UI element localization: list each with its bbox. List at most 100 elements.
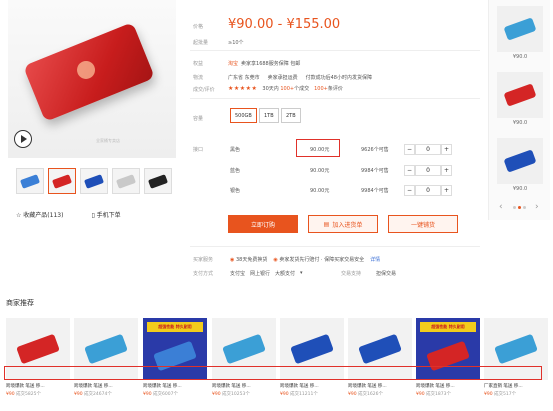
chevron-down-icon[interactable]: ▾ xyxy=(300,270,303,277)
moq-value: ≥10个 xyxy=(228,40,244,46)
variant-stock: 9626个可售 xyxy=(361,147,389,153)
pay-label: 支付方式 xyxy=(193,271,214,277)
logistics-to: 卖家承担运费 xyxy=(267,75,298,81)
favorite-label: 收藏产品(113) xyxy=(23,212,64,219)
pay-row: 支付宝 网上银行 大额支付 ▾ xyxy=(230,270,303,277)
service-row: ◉ 38天免费换货 ◉ 卖家发货先行赔付 · 保障买家交易安全 详情 xyxy=(230,256,380,263)
service-details-link[interactable]: 详情 xyxy=(370,256,380,263)
qty-plus-button[interactable]: + xyxy=(441,185,452,196)
recommend-item-image xyxy=(84,333,128,365)
thumbnail[interactable] xyxy=(144,168,172,194)
thumbnail-selected[interactable] xyxy=(48,168,76,194)
recommend-item[interactable]: 跨境爆款 笔送 移... ¥90 成交11211个 xyxy=(280,318,344,397)
rating-label: 成交/评价 xyxy=(193,87,215,93)
favorite-button[interactable]: ☆ 收藏产品(113) xyxy=(16,210,63,219)
recommend-item[interactable]: 跨境爆款 笔送 移... ¥90 成交1626个 xyxy=(348,318,412,397)
recommend-item[interactable]: 跨境爆款 笔送 移... ¥90 成交24674个 xyxy=(74,318,138,397)
qty-minus-button[interactable]: − xyxy=(404,185,415,196)
recommend-item[interactable]: 厂家直销 笔送 移... ¥90 成交517个 xyxy=(484,318,548,397)
rating-stars: ★★★★★ xyxy=(228,85,258,92)
quantity-stepper[interactable]: − 0 + xyxy=(404,144,452,155)
recommend-item-image xyxy=(222,333,266,365)
play-video-icon[interactable] xyxy=(14,130,32,148)
capacity-option-500gb[interactable]: 500GB xyxy=(230,108,257,123)
chevron-left-icon[interactable]: ‹ xyxy=(499,202,503,212)
divider xyxy=(190,246,480,247)
recommend-item-price: ¥90 xyxy=(280,392,289,397)
recommend-item-name: 跨境爆款 笔送 移... xyxy=(348,384,387,389)
support-label: 交易支持 xyxy=(341,271,362,277)
sidebar-product[interactable]: ¥90.0 xyxy=(497,138,543,192)
recommend-item-sold: 成交6007个 xyxy=(153,392,178,397)
recommend-item-price: ¥90 xyxy=(212,392,221,397)
service-item-guarantee: ◉ 卖家发货先行赔付 · 保障买家交易安全 xyxy=(273,256,364,263)
recommend-item-sold: 成交10253个 xyxy=(222,392,250,397)
chevron-right-icon[interactable]: › xyxy=(535,202,539,212)
recommend-item-sold: 成交11211个 xyxy=(290,392,318,397)
recommend-item-name: 跨境爆款 笔送 移... xyxy=(6,384,45,389)
recommend-item[interactable]: 超强性能 特久耐用 跨境爆款 笔送 移... ¥90 成交1873个 xyxy=(416,318,480,397)
capacity-label: 容量 xyxy=(193,116,204,122)
variant-stock: 9984个可售 xyxy=(361,188,389,194)
reviews-num[interactable]: 100+ xyxy=(314,86,328,92)
capacity-option-2tb[interactable]: 2TB xyxy=(281,108,301,123)
sidebar-product-image xyxy=(503,149,537,173)
recommend-item[interactable]: 跨境爆款 笔送 移... ¥90 成交10253个 xyxy=(212,318,276,397)
one-click-list-button[interactable]: 一键铺货 xyxy=(388,215,458,233)
recommended-sidebar: ¥90.0 ¥90.0 ¥90.0 ‹ › xyxy=(488,0,550,220)
qty-minus-button[interactable]: − xyxy=(404,144,415,155)
capacity-option-1tb[interactable]: 1TB xyxy=(259,108,279,123)
sales-30-num: 100+ xyxy=(280,86,295,92)
recommend-item-price: ¥90 xyxy=(348,392,357,397)
recommend-item-price: ¥90 xyxy=(416,392,425,397)
cart-icon: ▤ xyxy=(323,220,330,228)
add-to-cart-button[interactable]: ▤ 加入进货单 xyxy=(308,215,378,233)
variant-price: 90.00元 xyxy=(310,168,330,174)
thumbnail-drive xyxy=(84,173,104,189)
carousel-dot xyxy=(513,206,516,209)
recommend-item[interactable]: 跨境爆款 笔送 移... ¥90 成交5825个 xyxy=(6,318,70,397)
sidebar-product[interactable]: ¥90.0 xyxy=(497,6,543,60)
support-value: 担保交易 xyxy=(376,271,397,277)
recommend-item-price: ¥90 xyxy=(74,392,83,397)
perks-label: 权益 xyxy=(193,61,204,67)
product-main-image[interactable]: 全家桶专卖店 xyxy=(8,0,176,158)
qty-input[interactable]: 0 xyxy=(415,165,441,176)
qty-plus-button[interactable]: + xyxy=(441,144,452,155)
sidebar-product[interactable]: ¥90.0 xyxy=(497,72,543,126)
hard-drive-image xyxy=(23,22,155,122)
port-label: 接口 xyxy=(193,147,204,153)
qty-input[interactable]: 0 xyxy=(415,144,441,155)
pay-alipay: 支付宝 xyxy=(230,271,246,277)
service-item-guarantee-label: 卖家发货先行赔付 · 保障买家交易安全 xyxy=(279,257,365,263)
qty-input[interactable]: 0 xyxy=(415,185,441,196)
quantity-stepper[interactable]: − 0 + xyxy=(404,165,452,176)
thumbnail[interactable] xyxy=(80,168,108,194)
recommend-item[interactable]: 超强性能 特久耐用 跨境爆款 笔送 移... ¥90 成交6007个 xyxy=(143,318,207,397)
phone-order-button[interactable]: ▯ 手机下单 xyxy=(91,210,120,219)
sidebar-product-price: ¥90.0 xyxy=(512,54,528,60)
moq-label: 起批量 xyxy=(193,40,209,46)
logistics-from: 广东省 东莞市 xyxy=(228,75,260,81)
thumbnail[interactable] xyxy=(112,168,140,194)
quantity-stepper[interactable]: − 0 + xyxy=(404,185,452,196)
divider xyxy=(190,50,480,51)
thumbnail-drive xyxy=(116,173,136,189)
pay-large: 大额支付 xyxy=(275,271,296,277)
recommend-item-sold: 成交5825个 xyxy=(16,392,41,397)
recommend-item-image xyxy=(290,333,334,365)
pay-online-bank: 网上银行 xyxy=(250,271,271,277)
service-item-exchange-label: 38天免费换货 xyxy=(235,257,268,263)
watermark: 全家桶专卖店 xyxy=(96,138,120,143)
sidebar-product-image xyxy=(503,83,537,107)
perks-row: 淘宝 卖家享1688服务保障 包邮 xyxy=(228,60,300,67)
qty-minus-button[interactable]: − xyxy=(404,165,415,176)
perks-text[interactable]: 卖家享1688服务保障 包邮 xyxy=(241,60,300,67)
qty-plus-button[interactable]: + xyxy=(441,165,452,176)
thumbnail[interactable] xyxy=(16,168,44,194)
price-range: ¥90.00 - ¥155.00 xyxy=(228,17,341,32)
recommend-item-image xyxy=(16,333,60,365)
thumbnail-drive xyxy=(52,173,72,189)
buy-now-button[interactable]: 立即订购 xyxy=(228,215,298,233)
recommend-item-name: 跨境爆款 笔送 移... xyxy=(212,384,251,389)
